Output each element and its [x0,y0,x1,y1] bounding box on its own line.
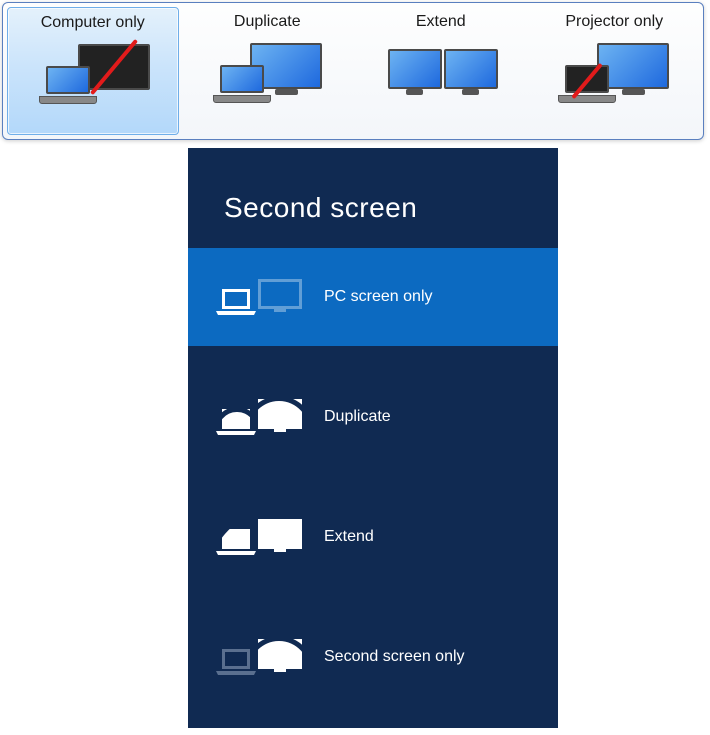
computer-only-icon [18,38,168,118]
projector-only-icon [539,37,689,117]
item-label: Extend [324,528,374,546]
pc-screen-only-icon [218,267,308,327]
item-pc-screen-only[interactable]: PC screen only [188,248,558,346]
option-label: Duplicate [234,13,301,31]
item-extend[interactable]: Extend [188,488,558,586]
panel-title: Second screen [188,148,558,248]
extend-icon [366,37,516,117]
duplicate-icon [192,37,342,117]
item-label: PC screen only [324,288,433,306]
second-screen-charm-panel: Second screen PC screen only Duplicate [188,148,558,728]
extend-icon [218,507,308,567]
second-screen-only-icon [218,627,308,687]
option-label: Computer only [41,14,145,32]
option-label: Extend [416,13,466,31]
duplicate-icon [218,387,308,447]
item-duplicate[interactable]: Duplicate [188,368,558,466]
option-projector-only[interactable]: Projector only [530,7,700,135]
option-duplicate[interactable]: Duplicate [183,7,353,135]
option-computer-only[interactable]: Computer only [7,7,179,135]
item-label: Second screen only [324,648,465,666]
display-switch-popup-win7: Computer only Duplicate Extend Projector… [2,2,704,140]
option-extend[interactable]: Extend [356,7,526,135]
item-label: Duplicate [324,408,391,426]
option-label: Projector only [565,13,663,31]
item-second-screen-only[interactable]: Second screen only [188,608,558,706]
